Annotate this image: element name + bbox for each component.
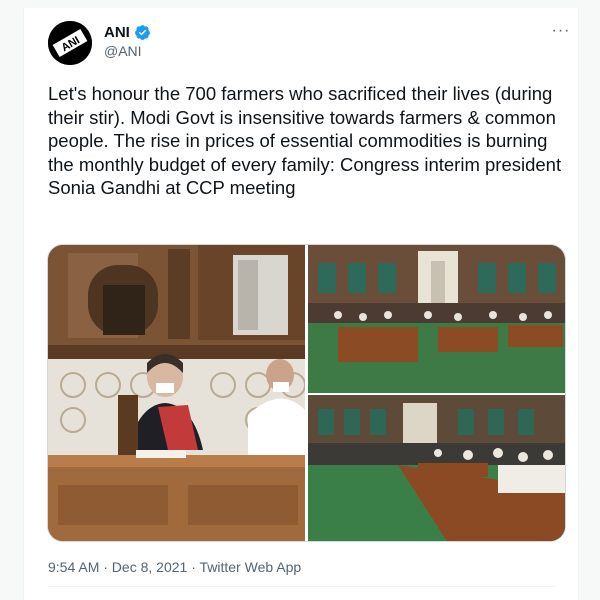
avatar[interactable]: ANI bbox=[48, 21, 92, 65]
author-handle[interactable]: @ANI bbox=[104, 43, 142, 59]
author-name[interactable]: ANI bbox=[104, 24, 130, 41]
photo-2[interactable] bbox=[308, 245, 565, 393]
photo-3[interactable] bbox=[308, 395, 565, 541]
tweet-card[interactable]: ANI ANI @ANI ··· Let's honour the 700 fa… bbox=[23, 8, 579, 600]
verified-badge-icon bbox=[134, 24, 151, 41]
media-grid[interactable] bbox=[47, 244, 566, 542]
tweet-text: Let's honour the 700 farmers who sacrifi… bbox=[48, 83, 562, 198]
divider bbox=[48, 586, 556, 587]
tweet-timestamp[interactable]: 9:54 AM · Dec 8, 2021 · Twitter Web App bbox=[48, 559, 301, 575]
more-horizontal-icon: ··· bbox=[551, 22, 571, 39]
author-row[interactable]: ANI bbox=[104, 24, 151, 41]
photo-1[interactable] bbox=[48, 245, 305, 541]
more-options-button[interactable]: ··· bbox=[549, 23, 573, 44]
